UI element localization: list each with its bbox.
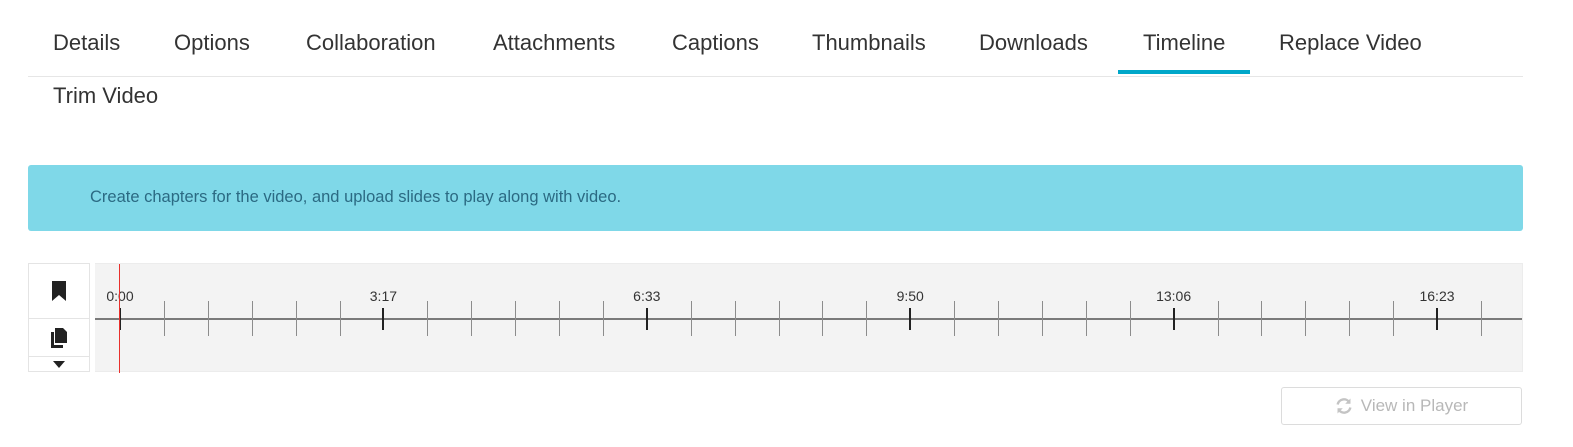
timeline-minor-tick (690, 301, 692, 336)
tab-thumbnails[interactable]: Thumbnails (812, 30, 926, 74)
timeline-minor-tick (602, 301, 604, 336)
timeline-minor-tick (515, 301, 517, 336)
timeline-tick-label: 9:50 (896, 288, 924, 304)
slides-icon (51, 327, 67, 348)
tab-trim-video[interactable]: Trim Video (53, 83, 158, 109)
add-chapter-button[interactable] (29, 264, 89, 319)
timeline-tick-label: 16:23 (1419, 288, 1455, 304)
timeline-tick-label: 0:00 (106, 288, 134, 304)
tab-timeline[interactable]: Timeline (1117, 30, 1251, 74)
timeline-tick-label: 13:06 (1156, 288, 1192, 304)
view-in-player-button[interactable]: View in Player (1281, 387, 1522, 425)
timeline-minor-tick (1480, 301, 1482, 336)
timeline-toolbar (28, 263, 90, 372)
timeline-minor-tick (339, 301, 341, 336)
tab-replace-video[interactable]: Replace Video (1279, 30, 1422, 74)
timeline-tick-label: 3:17 (369, 288, 398, 304)
tab-bar: Details Options Collaboration Attachment… (28, 0, 1523, 77)
timeline-major-tick (645, 308, 648, 330)
timeline-minor-tick (866, 301, 868, 336)
tab-captions[interactable]: Captions (672, 30, 759, 74)
timeline-minor-tick (1129, 301, 1131, 336)
timeline-minor-tick (778, 301, 780, 336)
timeline-major-tick (909, 308, 912, 330)
timeline-minor-tick (1349, 301, 1351, 336)
timeline-tick-label: 6:33 (633, 288, 661, 304)
timeline-major-tick (1172, 308, 1175, 330)
timeline-minor-tick (822, 301, 824, 336)
timeline-minor-tick (1217, 301, 1219, 336)
timeline-minor-tick (471, 301, 473, 336)
tab-collaboration[interactable]: Collaboration (306, 30, 436, 74)
timeline-minor-tick (559, 301, 560, 336)
timeline-minor-tick (1085, 301, 1087, 336)
more-tools-button[interactable] (29, 357, 89, 371)
info-banner: Create chapters for the video, and uploa… (28, 165, 1523, 231)
timeline-minor-tick (427, 301, 429, 336)
timeline-track[interactable]: 0:00 3:17 6:33 9:50 13:06 16:23 (95, 263, 1523, 373)
timeline-minor-tick (163, 301, 165, 336)
timeline-minor-tick (1261, 301, 1263, 336)
timeline-minor-tick (734, 301, 736, 336)
caret-down-icon (53, 360, 65, 368)
timeline-minor-tick (1305, 301, 1307, 336)
timeline-minor-tick (207, 301, 209, 336)
timeline-minor-tick (251, 301, 253, 336)
tab-attachments[interactable]: Attachments (493, 30, 615, 74)
tab-details[interactable]: Details (53, 30, 120, 74)
bookmark-icon (52, 281, 66, 301)
timeline-minor-tick (954, 301, 956, 336)
refresh-icon (1336, 398, 1352, 414)
tab-options[interactable]: Options (174, 30, 250, 74)
timeline-axis (95, 318, 1522, 320)
view-in-player-label: View in Player (1360, 396, 1469, 415)
timeline-minor-tick (1041, 301, 1043, 336)
timeline-minor-tick (1393, 301, 1395, 336)
timeline-major-tick (1436, 308, 1438, 330)
info-banner-text: Create chapters for the video, and uploa… (90, 188, 622, 206)
timeline-major-tick (382, 308, 385, 330)
tab-downloads[interactable]: Downloads (979, 30, 1088, 74)
timeline-minor-tick (998, 301, 999, 336)
timeline-minor-tick (295, 301, 297, 336)
playhead[interactable] (119, 264, 120, 373)
add-slides-button[interactable] (29, 319, 89, 357)
